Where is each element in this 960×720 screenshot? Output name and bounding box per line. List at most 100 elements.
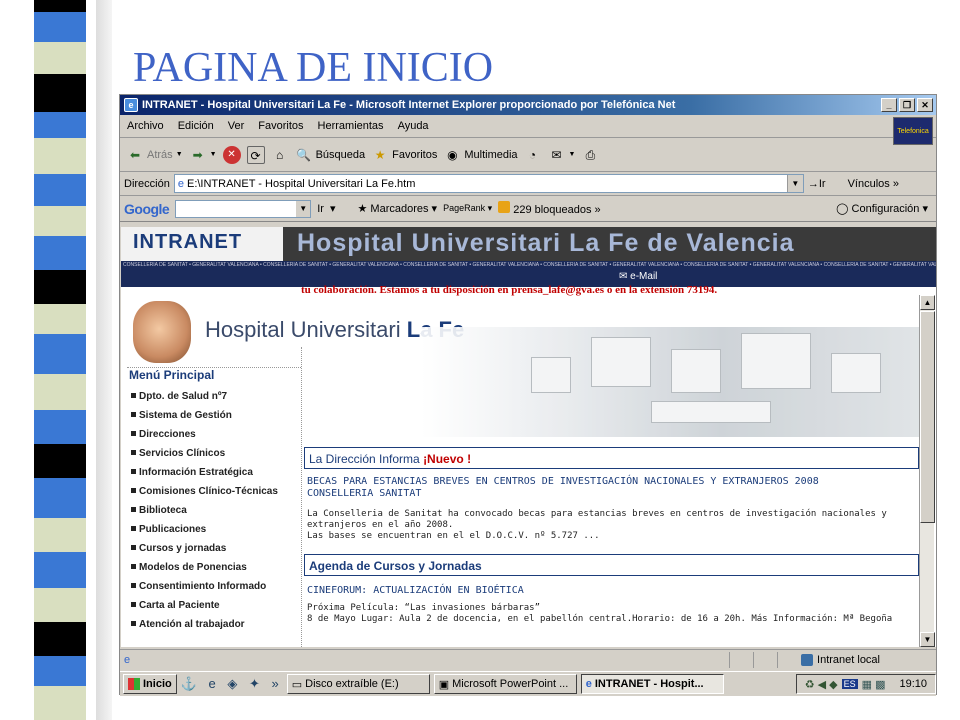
drive-icon: ▭ (291, 678, 303, 691)
menu-item-servicios-clinicos[interactable]: Servicios Clínicos (131, 444, 278, 463)
favorites-button[interactable]: ★ Favoritos (371, 146, 438, 164)
page-status-icon: e (124, 653, 131, 666)
forward-arrow-icon: ➡ (192, 147, 203, 162)
email-link[interactable]: ✉ e-Mail (619, 271, 657, 282)
vertical-scrollbar[interactable]: ▲ ▼ (919, 295, 935, 647)
menu-ver[interactable]: Ver (221, 120, 252, 132)
address-label: Dirección (124, 177, 170, 190)
site-banner: INTRANET Hospital Universitari La Fe de … (121, 227, 936, 261)
hospital-banner-title: Hospital Universitari La Fe de Valencia (297, 229, 795, 257)
chevron-down-icon: ▼ (175, 151, 183, 158)
address-input[interactable]: e E:\INTRANET - Hospital Universitari La… (173, 174, 804, 193)
tray-icons[interactable]: ♻ ◀ ◆ (805, 678, 838, 691)
ie-icon: e (124, 98, 138, 112)
menu-item-informacion-estrategica[interactable]: Información Estratégica (131, 463, 278, 482)
marquee-message: tu colaboración. Estamos a tu disposició… (301, 284, 718, 296)
chevron-down-icon: ▼ (209, 151, 217, 158)
close-button[interactable]: ✕ (917, 98, 933, 112)
language-indicator[interactable]: ES (841, 679, 858, 689)
refresh-icon: ⟳ (246, 145, 265, 164)
links-button[interactable]: Vínculos » (848, 178, 899, 190)
menu-item-carta-paciente[interactable]: Carta al Paciente (131, 596, 278, 615)
window-titlebar[interactable]: e INTRANET - Hospital Universitari La Fe… (120, 95, 936, 115)
bookmarks-menu[interactable]: ★ Marcadores ▾ (358, 202, 438, 215)
stop-button[interactable]: ✕ (222, 145, 241, 164)
windows-logo-icon (128, 678, 140, 690)
google-logo: Google (124, 200, 170, 217)
divider (301, 347, 302, 647)
history-button[interactable]: ◔ (524, 146, 542, 164)
mail-button[interactable]: ✉ ▼ (548, 146, 576, 164)
popup-blocker[interactable]: 229 bloqueados » (498, 201, 601, 216)
security-zone: Intranet local (801, 653, 936, 666)
menu-item-sistema-gestion[interactable]: Sistema de Gestión (131, 406, 278, 425)
search-button[interactable]: 🔍 Búsqueda (295, 146, 365, 164)
menu-item-dpto-salud[interactable]: Dpto. de Salud nº7 (131, 387, 278, 406)
menu-item-direcciones[interactable]: Direcciones (131, 425, 278, 444)
history-icon: ◔ (528, 147, 537, 162)
child-photo (133, 301, 191, 363)
refresh-button[interactable]: ⟳ (246, 145, 265, 164)
news-body: La Conselleria de Sanitat ha convocado b… (307, 509, 887, 541)
taskbar: Inicio ⚓ e ◈ ✦ » ▭ Disco extraíble (E:) ▣… (120, 671, 936, 696)
menu-item-cursos[interactable]: Cursos y jornadas (131, 539, 278, 558)
start-button[interactable]: Inicio (123, 674, 177, 694)
chevron-down-icon[interactable]: ▼ (786, 175, 803, 192)
media-icon: ◉ (447, 147, 458, 162)
stop-icon: ✕ (222, 145, 241, 164)
settings-button[interactable]: ◯ Configuración ▾ (836, 202, 928, 215)
menu-herramientas[interactable]: Herramientas (311, 120, 391, 132)
maximize-button[interactable]: ❐ (899, 98, 915, 112)
task-powerpoint[interactable]: ▣ Microsoft PowerPoint ... (433, 674, 577, 694)
quicklaunch-icons[interactable]: ⚓ e ◈ ✦ » (181, 676, 283, 692)
isp-logo: Telefonica (893, 117, 933, 145)
cineforum-body: Próxima Película: “Las invasiones bárbar… (307, 603, 893, 624)
home-button[interactable]: ⌂ (271, 146, 289, 164)
blocker-icon (498, 201, 511, 213)
star-icon: ★ (374, 147, 386, 162)
minimize-button[interactable]: _ (881, 98, 897, 112)
pagerank-indicator[interactable]: PageRank ▾ (443, 203, 492, 214)
tray-icons[interactable]: ▦ ▩ (862, 678, 886, 691)
agenda-header: Agenda de Cursos y Jornadas (304, 554, 919, 576)
menu-bar: Archivo Edición Ver Favoritos Herramient… (120, 115, 936, 145)
system-tray: ♻ ◀ ◆ ES ▦ ▩ 19:10 (795, 674, 936, 694)
status-bar: e Intranet local (120, 649, 936, 669)
print-button[interactable]: ⎙ (581, 146, 599, 164)
menu-item-comisiones[interactable]: Comisiones Clínico-Técnicas (131, 482, 278, 501)
intranet-logo: INTRANET (121, 227, 283, 261)
forward-button[interactable]: ➡ ▼ (189, 146, 217, 164)
new-badge: ¡Nuevo ! (423, 452, 472, 466)
news-headline[interactable]: BECAS PARA ESTANCIAS BREVES EN CENTROS D… (307, 476, 819, 500)
bookmark-icon[interactable]: ▾ (330, 202, 336, 215)
google-toolbar: Google ▼ Ir ▾ ★ Marcadores ▾ PageRank ▾ … (120, 196, 936, 222)
scroll-down-icon[interactable]: ▼ (920, 632, 935, 647)
task-intranet[interactable]: e INTRANET - Hospit... (580, 674, 724, 694)
back-button[interactable]: ⬅ Atrás ▼ (126, 146, 183, 164)
slide-decoration (0, 0, 112, 720)
menu-item-modelos-ponencias[interactable]: Modelos de Ponencias (131, 558, 278, 577)
menu-item-publicaciones[interactable]: Publicaciones (131, 520, 278, 539)
menu-favoritos[interactable]: Favoritos (251, 120, 310, 132)
menu-item-atencion-trabajador[interactable]: Atención al trabajador (131, 615, 278, 634)
scroll-thumb[interactable] (920, 311, 935, 523)
menu-ayuda[interactable]: Ayuda (391, 120, 436, 132)
google-go-button[interactable]: Ir (317, 203, 324, 215)
menu-edicion[interactable]: Edición (171, 120, 221, 132)
cineforum-headline[interactable]: CINEFORUM: ACTUALIZACIÓN EN BIOÉTICA (307, 585, 524, 597)
go-button[interactable]: →Ir (808, 178, 826, 190)
campus-image (421, 327, 921, 437)
task-disco-extraible[interactable]: ▭ Disco extraíble (E:) (286, 674, 430, 694)
menu-item-consentimiento[interactable]: Consentimiento Informado (131, 577, 278, 596)
menu-item-biblioteca[interactable]: Biblioteca (131, 501, 278, 520)
google-search-input[interactable]: ▼ (175, 199, 312, 218)
menu-archivo[interactable]: Archivo (120, 120, 171, 132)
scroll-up-icon[interactable]: ▲ (920, 295, 935, 310)
back-arrow-icon: ⬅ (129, 147, 141, 162)
multimedia-button[interactable]: ◉ Multimedia (443, 146, 517, 164)
chevron-down-icon[interactable]: ▼ (296, 200, 311, 217)
address-bar: Dirección e E:\INTRANET - Hospital Unive… (120, 172, 936, 196)
browser-window: e INTRANET - Hospital Universitari La Fe… (119, 94, 937, 696)
ie-icon: e (585, 678, 592, 690)
print-icon: ⎙ (585, 147, 596, 162)
